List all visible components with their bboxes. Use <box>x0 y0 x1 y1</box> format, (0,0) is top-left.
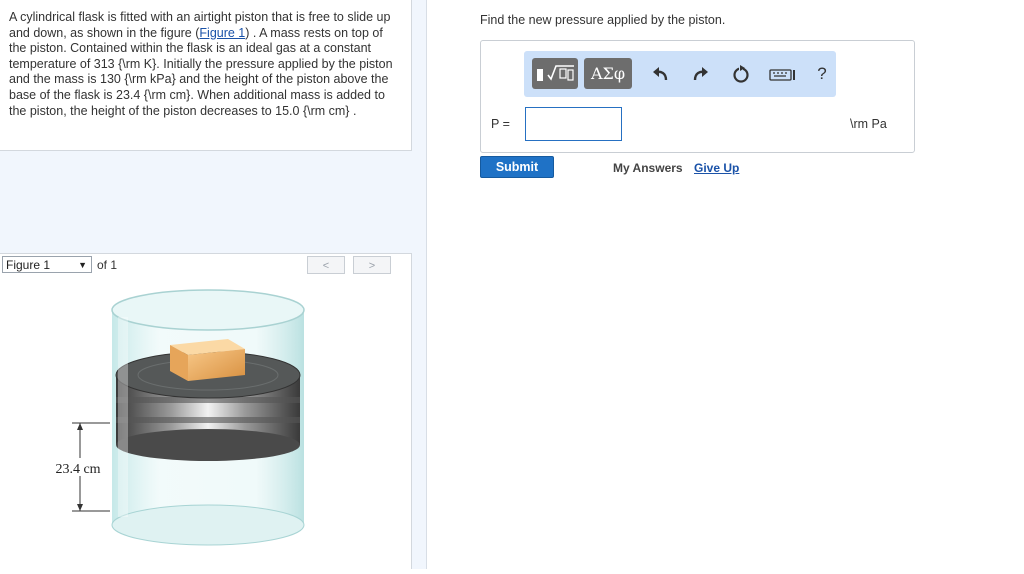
question-prompt: Find the new pressure applied by the pis… <box>480 13 726 27</box>
symbols-button[interactable]: ΑΣφ <box>584 58 632 89</box>
sqrt-template-icon[interactable] <box>532 58 578 89</box>
figure-select[interactable]: Figure 1 ▼ <box>2 256 92 273</box>
dimension-arrow-bottom <box>77 504 83 511</box>
help-button[interactable]: ? <box>811 63 833 85</box>
glass-highlight <box>118 317 128 517</box>
problem-statement-box: A cylindrical flask is fitted with an ai… <box>0 0 412 151</box>
give-up-link[interactable]: Give Up <box>694 161 739 175</box>
sqrt-template-glyph <box>537 65 574 81</box>
dropdown-arrow-icon: ▼ <box>78 260 87 270</box>
prev-figure-button[interactable]: < <box>307 256 345 274</box>
submit-button[interactable]: Submit <box>480 156 554 178</box>
flask-rim <box>111 289 305 331</box>
variable-label: P = <box>491 117 510 131</box>
reset-icon[interactable] <box>730 63 752 85</box>
flask-figure: 23.4 cm <box>48 289 305 546</box>
piston-bottom <box>116 429 300 461</box>
figure-count: of 1 <box>97 258 118 272</box>
my-answers-link[interactable]: My Answers <box>613 161 683 175</box>
undo-icon[interactable] <box>650 63 672 85</box>
figure-area: 23.4 cm <box>0 277 412 569</box>
dimension-arrow-top <box>77 423 83 430</box>
figure-toolbar: Figure 1 ▼ of 1 < > <box>0 253 412 278</box>
piston-groove <box>116 417 300 423</box>
figure-link[interactable]: Figure 1 <box>199 26 245 40</box>
right-panel: Find the new pressure applied by the pis… <box>427 0 1024 569</box>
figure-select-value: Figure 1 <box>6 258 51 272</box>
height-label: 23.4 cm <box>55 462 100 477</box>
redo-icon[interactable] <box>689 63 711 85</box>
answer-box: ΑΣφ ? P = \rm Pa <box>480 40 915 153</box>
next-figure-button[interactable]: > <box>353 256 391 274</box>
problem-text: A cylindrical flask is fitted with an ai… <box>9 10 401 119</box>
answer-input[interactable] <box>525 107 622 141</box>
flask-base <box>111 504 305 546</box>
unit-label: \rm Pa <box>850 117 887 131</box>
left-panel: A cylindrical flask is fitted with an ai… <box>0 0 427 569</box>
keyboard-icon[interactable] <box>768 63 798 85</box>
math-toolbar: ΑΣφ ? <box>524 51 836 97</box>
